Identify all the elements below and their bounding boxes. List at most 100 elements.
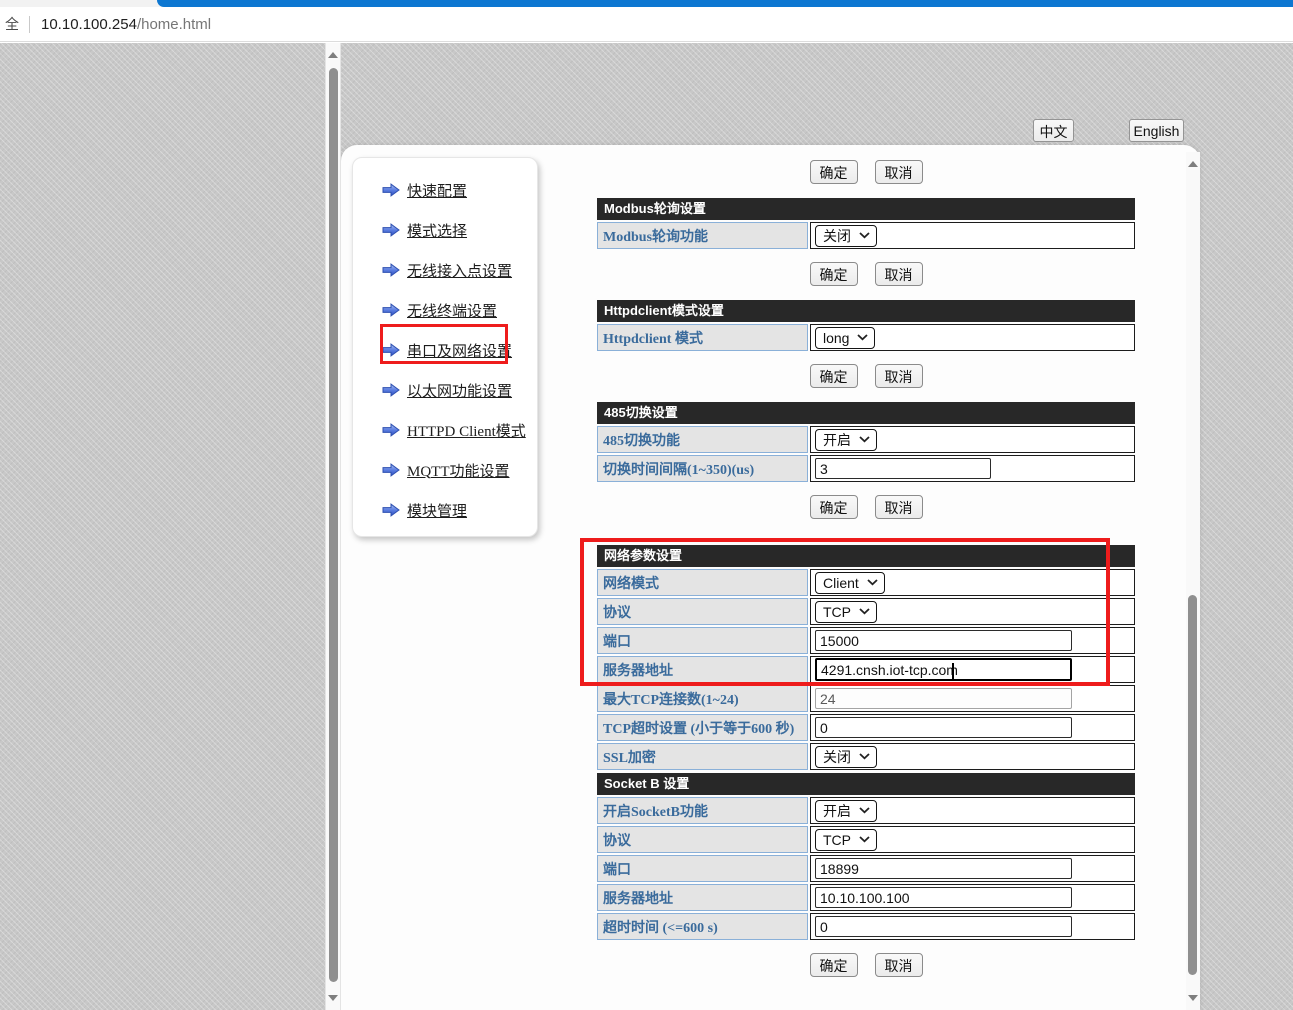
- field-value-cell: TCP: [810, 826, 1135, 853]
- button-row: 确定 取消: [597, 364, 1135, 388]
- button-row: 确定 取消: [597, 953, 1135, 977]
- form-row-socketb-server-address: 服务器地址: [597, 884, 1135, 911]
- arrow-icon: [382, 503, 400, 517]
- address-divider: [29, 16, 30, 33]
- left-frame-scrollbar[interactable]: [325, 43, 341, 1010]
- confirm-button[interactable]: 确定: [810, 953, 858, 977]
- arrow-icon: [382, 263, 400, 277]
- sidebar-item-mode-select[interactable]: 模式选择: [353, 210, 537, 250]
- arrow-icon: [382, 303, 400, 317]
- field-label: 最大TCP连接数(1~24): [597, 685, 808, 712]
- arrow-icon: [382, 183, 400, 197]
- sidebar-item-label[interactable]: 以太网功能设置: [407, 380, 512, 401]
- chevron-down-icon: [857, 334, 868, 341]
- arrow-icon: [382, 423, 400, 437]
- cancel-button[interactable]: 取消: [875, 160, 923, 184]
- confirm-button[interactable]: 确定: [810, 262, 858, 286]
- field-label: 超时时间 (<=600 s): [597, 913, 808, 940]
- field-label: Modbus轮询功能: [597, 222, 808, 249]
- sidebar-item-label[interactable]: 无线终端设置: [407, 300, 497, 321]
- sidebar-item-mqtt[interactable]: MQTT功能设置: [353, 450, 537, 490]
- chevron-down-icon: [859, 753, 870, 760]
- ssl-encryption-select[interactable]: 关闭: [815, 746, 877, 768]
- field-value-cell: [810, 884, 1135, 911]
- field-label: 开启SocketB功能: [597, 797, 808, 824]
- sidebar-item-label[interactable]: 快速配置: [407, 180, 467, 201]
- cancel-button[interactable]: 取消: [875, 953, 923, 977]
- chevron-down-icon: [859, 232, 870, 239]
- arrow-icon: [382, 223, 400, 237]
- cancel-button[interactable]: 取消: [875, 262, 923, 286]
- sidebar-item-quick-config[interactable]: 快速配置: [353, 170, 537, 210]
- confirm-button[interactable]: 确定: [810, 160, 858, 184]
- sidebar-item-ethernet[interactable]: 以太网功能设置: [353, 370, 537, 410]
- modbus-poll-select[interactable]: 关闭: [815, 225, 877, 247]
- field-label: Httpdclient 模式: [597, 324, 808, 351]
- field-value-cell: [810, 913, 1135, 940]
- section-title: Modbus轮询设置: [597, 198, 1135, 220]
- browser-tab-strip: [0, 0, 1293, 7]
- 485-interval-input[interactable]: [815, 458, 991, 479]
- section-socket-b: Socket B 设置开启SocketB功能开启协议TCP端口服务器地址超时时间…: [597, 773, 1135, 940]
- socketb-server-address-input[interactable]: [815, 887, 1072, 908]
- url-host: 10.10.100.254: [41, 16, 137, 33]
- form-row-socketb-timeout: 超时时间 (<=600 s): [597, 913, 1135, 940]
- english-language-button[interactable]: English: [1129, 119, 1184, 142]
- socketb-enable-select[interactable]: 开启: [815, 800, 877, 822]
- arrow-icon: [382, 463, 400, 477]
- section-title: Socket B 设置: [597, 773, 1135, 795]
- sidebar-item-wireless-ap[interactable]: 无线接入点设置: [353, 250, 537, 290]
- tcp-timeout-input[interactable]: [815, 717, 1072, 738]
- chinese-language-button[interactable]: 中文: [1033, 119, 1074, 142]
- url-path: /home.html: [137, 16, 211, 33]
- scrollbar-thumb[interactable]: [1188, 595, 1197, 975]
- annotation-red-box-menu-item: [380, 324, 508, 364]
- sidebar-item-label[interactable]: 模式选择: [407, 220, 467, 241]
- field-value-cell: 开启: [810, 426, 1135, 453]
- scroll-down-arrow-icon[interactable]: [1188, 995, 1198, 1001]
- field-label: SSL加密: [597, 743, 808, 770]
- field-value-cell: long: [810, 324, 1135, 351]
- cancel-button[interactable]: 取消: [875, 364, 923, 388]
- socketb-protocol-select[interactable]: TCP: [815, 829, 877, 851]
- httpdclient-mode-select[interactable]: long: [815, 327, 875, 349]
- content-scrollbar[interactable]: [1186, 152, 1200, 1010]
- sidebar-item-label[interactable]: MQTT功能设置: [407, 460, 510, 481]
- confirm-button[interactable]: 确定: [810, 364, 858, 388]
- section-modbus: Modbus轮询设置Modbus轮询功能关闭: [597, 198, 1135, 249]
- scroll-up-arrow-icon[interactable]: [328, 52, 338, 58]
- sidebar-item-label[interactable]: HTTPD Client模式: [407, 420, 526, 441]
- form-row-socketb-enable: 开启SocketB功能开启: [597, 797, 1135, 824]
- button-row: 确定 取消: [597, 495, 1135, 519]
- cancel-button[interactable]: 取消: [875, 495, 923, 519]
- scroll-up-arrow-icon[interactable]: [1188, 161, 1198, 167]
- socketb-port-input[interactable]: [815, 858, 1072, 879]
- sidebar-item-module-manage[interactable]: 模块管理: [353, 490, 537, 530]
- arrow-icon: [382, 383, 400, 397]
- socketb-timeout-input[interactable]: [815, 916, 1072, 937]
- form-row-httpdclient-mode: Httpdclient 模式 long: [597, 324, 1135, 351]
- sidebar-item-httpd-client[interactable]: HTTPD Client模式: [353, 410, 537, 450]
- form-row-tcp-timeout: TCP超时设置 (小于等于600 秒): [597, 714, 1135, 741]
- browser-chrome: 全 10.10.100.254/home.html: [0, 0, 1293, 42]
- section-485: 485切换设置485切换功能开启切换时间间隔(1~350)(us): [597, 402, 1135, 482]
- address-bar[interactable]: 全 10.10.100.254/home.html: [0, 9, 211, 39]
- scroll-down-arrow-icon[interactable]: [328, 995, 338, 1001]
- form-row-modbus-poll: Modbus轮询功能关闭: [597, 222, 1135, 249]
- security-indicator-icon[interactable]: 全: [5, 14, 19, 34]
- 485-switch-select[interactable]: 开启: [815, 429, 877, 451]
- annotation-red-box-network-section: [580, 538, 1110, 686]
- sidebar-item-label[interactable]: 无线接入点设置: [407, 260, 512, 281]
- form-row-485-switch: 485切换功能开启: [597, 426, 1135, 453]
- scrollbar-thumb[interactable]: [329, 68, 338, 982]
- section-title: Httpdclient模式设置: [597, 300, 1135, 322]
- field-value-cell: [810, 455, 1135, 482]
- max-tcp-connections-input[interactable]: [815, 688, 1072, 709]
- confirm-button[interactable]: 确定: [810, 495, 858, 519]
- form-row-max-tcp-connections: 最大TCP连接数(1~24): [597, 685, 1135, 712]
- form-row-socketb-port: 端口: [597, 855, 1135, 882]
- section-httpdclient: Httpdclient模式设置Httpdclient 模式 long: [597, 300, 1135, 351]
- sidebar-item-label[interactable]: 模块管理: [407, 500, 467, 521]
- field-label: 切换时间间隔(1~350)(us): [597, 455, 808, 482]
- chevron-down-icon: [859, 436, 870, 443]
